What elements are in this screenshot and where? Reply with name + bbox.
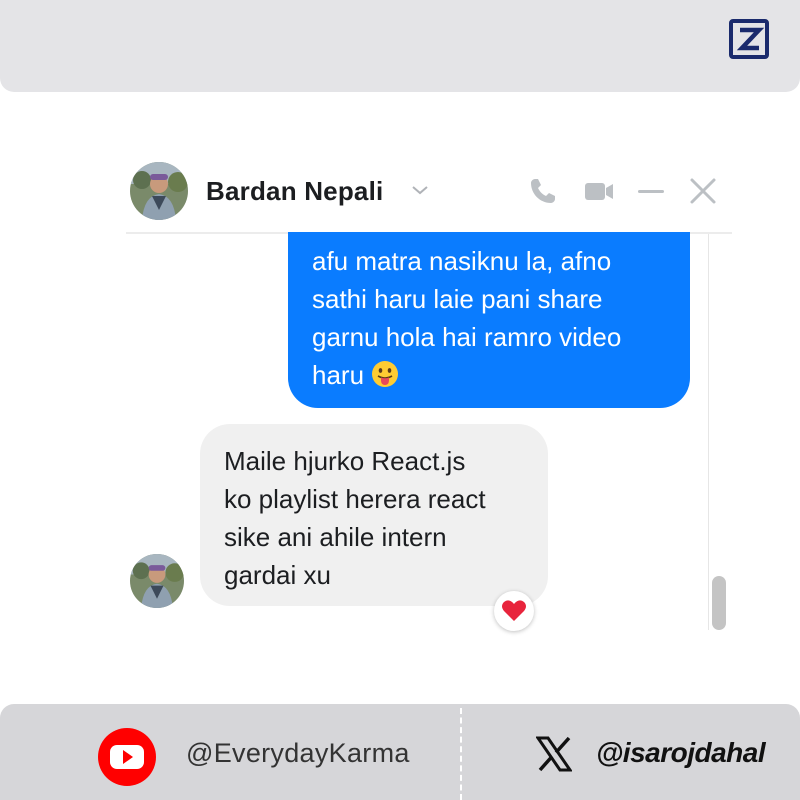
contact-avatar[interactable] xyxy=(130,162,188,220)
chevron-down-icon[interactable] xyxy=(410,182,430,198)
minimize-icon[interactable] xyxy=(634,174,668,208)
message-line-text: haru xyxy=(312,360,365,390)
incoming-message-bubble[interactable]: Maile hjurko React.js ko playlist herera… xyxy=(200,424,548,606)
heart-reaction-icon[interactable] xyxy=(494,591,534,631)
message-line: sathi haru laie pani share xyxy=(312,284,603,314)
message-line: afu matra nasiknu la, afno xyxy=(312,246,612,276)
chat-scrollbar-thumb[interactable] xyxy=(712,576,726,630)
message-line: ko playlist herera react xyxy=(224,484,486,514)
close-icon[interactable] xyxy=(686,174,720,208)
message-line: garnu hola hai ramro video xyxy=(312,322,622,352)
youtube-handle[interactable]: @EverydayKarma xyxy=(186,738,410,769)
phone-icon[interactable] xyxy=(526,174,560,208)
message-line: sike ani ahile intern xyxy=(224,522,447,552)
contact-name[interactable]: Bardan Nepali xyxy=(206,176,383,207)
message-line: gardai xu xyxy=(224,560,331,590)
sender-avatar[interactable] xyxy=(130,554,184,608)
footer-bar: @EverydayKarma @isarojdahal xyxy=(0,704,800,800)
chat-scrollbar-track[interactable] xyxy=(708,234,732,630)
tongue-out-emoji xyxy=(372,361,399,387)
footer-divider xyxy=(460,708,462,800)
x-handle[interactable]: @isarojdahal xyxy=(596,737,766,769)
x-logo-icon[interactable] xyxy=(536,736,572,772)
video-call-icon[interactable] xyxy=(582,174,616,208)
top-bar xyxy=(0,0,800,92)
youtube-icon[interactable] xyxy=(98,728,156,786)
outgoing-message-bubble[interactable]: afu matra nasiknu la, afno sathi haru la… xyxy=(288,232,690,408)
message-line: Maile hjurko React.js xyxy=(224,446,466,476)
message-line-last: haru xyxy=(312,356,690,394)
chat-header: Bardan Nepali xyxy=(126,160,736,230)
z-logo-icon xyxy=(729,19,769,59)
